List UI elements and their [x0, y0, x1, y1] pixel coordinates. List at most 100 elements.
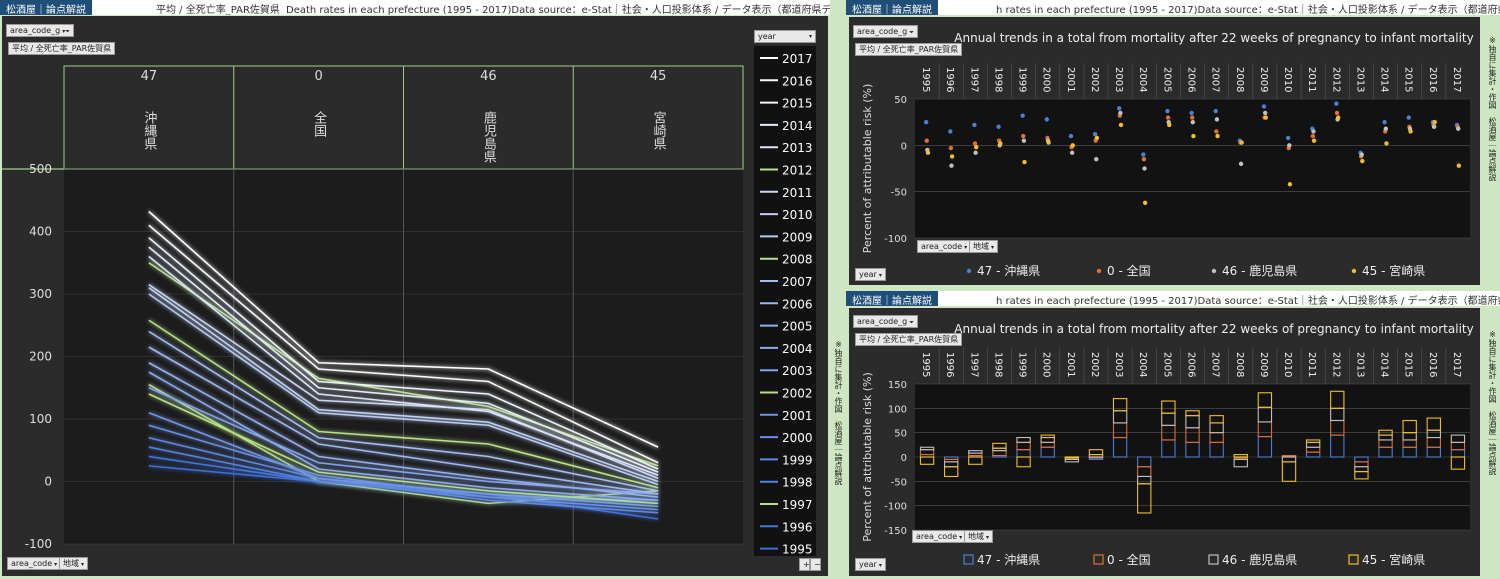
- bar-segment-0-2003: [1112, 436, 1128, 458]
- series-line-1997: [148, 383, 659, 505]
- rb-measure-chip[interactable]: 平均 / 全死亡率_PAR佐賀県: [855, 333, 963, 346]
- left-header-avg: 平均 / 全死亡率_PAR佐賀県: [156, 5, 280, 15]
- x-tick-label: 1998: [992, 352, 1003, 377]
- bar-segment-3-2002: [1088, 449, 1104, 456]
- legend-label-2011: 2011: [782, 186, 813, 200]
- x-tick-label: 2003: [1113, 67, 1124, 92]
- scatter-point-1-2003: [1117, 113, 1123, 118]
- zoom-plus-button[interactable]: +: [799, 558, 810, 571]
- legend-label-2: 46 - 鹿児島県: [1222, 552, 1297, 567]
- category-code-label: 45: [650, 69, 667, 84]
- rt-measure-chip[interactable]: 平均 / 全死亡率_PAR佐賀県: [855, 43, 963, 56]
- scatter-point-2-2015: [1407, 126, 1413, 131]
- bar-segment-2-2001: [1064, 458, 1080, 463]
- bar-segment-2-1998: [992, 447, 1007, 452]
- bar-segment-1-2005: [1161, 424, 1176, 441]
- bar-segment-3-2012: [1330, 390, 1345, 409]
- scatter-point-0-2016: [1430, 119, 1436, 125]
- legend-label-2014: 2014: [782, 119, 813, 133]
- series-line-1995: [148, 465, 659, 520]
- bar-segment-0-1999: [1016, 449, 1031, 458]
- series-line-1996: [148, 455, 659, 505]
- area-code-filter[interactable]: area_code_g ▾⏷: [6, 24, 75, 37]
- scatter-point-0-1999: [1020, 113, 1025, 118]
- series-line-2017: [148, 210, 659, 448]
- scatter-point-3-2002: [1094, 135, 1100, 141]
- legend-label-2012: 2012: [782, 164, 813, 178]
- rb-app-tag: 松酒屋｜論点解説: [846, 291, 938, 306]
- series-line-2012: [148, 262, 659, 467]
- y-tick-label: 0: [901, 453, 907, 464]
- region-chip[interactable]: 地域 ▾: [59, 557, 89, 570]
- y-tick-label: 0: [901, 141, 907, 152]
- x-tick-label: 2014: [1379, 67, 1390, 92]
- rt-region-chip[interactable]: 地域 ▾: [969, 240, 999, 253]
- scatter-point-3-2008: [1239, 140, 1244, 145]
- scatter-point-2-2013: [1359, 152, 1364, 157]
- scatter-point-3-2006: [1191, 133, 1196, 139]
- bar-segment-1-2011: [1305, 446, 1321, 453]
- rb-year-chip[interactable]: year ▾: [855, 558, 886, 571]
- x-tick-label: 2001: [1065, 352, 1076, 377]
- bar-segment-3-1999: [1016, 456, 1031, 468]
- zoom-minus-button[interactable]: −: [810, 558, 821, 571]
- scatter-point-2-2012: [1335, 117, 1340, 122]
- rt-year-chip[interactable]: year ▾: [855, 268, 886, 281]
- bar-segment-0-2014: [1378, 446, 1393, 458]
- x-tick-label: 1995: [920, 352, 931, 377]
- scatter-point-1-2005: [1165, 115, 1171, 120]
- scatter-point-0-2002: [1092, 132, 1098, 137]
- rb-chart-panel: area_code_g ⏷ 平均 / 全死亡率_PAR佐賀県 area_code ▾…: [849, 308, 1480, 576]
- x-tick-label: 1996: [944, 352, 955, 377]
- category-name-label: 全国: [311, 110, 327, 137]
- rb-area-code-chip[interactable]: area_code ▾: [912, 530, 967, 543]
- bar-segment-2-2012: [1330, 407, 1345, 422]
- scatter-point-0-2006: [1189, 110, 1194, 116]
- bar-segment-2-2008: [1233, 458, 1248, 468]
- scatter-point-3-2012: [1335, 115, 1341, 120]
- legend-label-2: 46 - 鹿児島県: [1222, 263, 1297, 278]
- scatter-point-2-2011: [1311, 129, 1316, 134]
- x-tick-label: 2011: [1306, 67, 1317, 92]
- rt-area-code-filter[interactable]: area_code_g ⏷: [853, 25, 919, 38]
- bar-segment-2-2014: [1378, 434, 1393, 441]
- bar-segment-1-1999: [1016, 441, 1031, 451]
- scatter-point-3-2000: [1046, 140, 1051, 145]
- y-axis-label: Percent of attributable risk (%): [861, 372, 874, 541]
- rt-area-code-chip[interactable]: area_code ▾: [917, 240, 972, 253]
- bar-segment-2-2006: [1185, 415, 1200, 429]
- category-code-label: 47: [141, 69, 158, 84]
- series-line-2004: [148, 371, 659, 502]
- rb-area-code-filter[interactable]: area_code_g ⏷: [853, 315, 919, 328]
- scatter-point-0-2015: [1406, 115, 1411, 120]
- scatter-point-0-2004: [1141, 152, 1146, 157]
- scatter-point-3-2005: [1167, 122, 1172, 128]
- scatter-point-2-2002: [1094, 157, 1099, 162]
- year-legend-dropdown[interactable]: year ▾: [754, 30, 816, 43]
- bar-segment-3-2015: [1402, 419, 1417, 434]
- x-tick-label: 2014: [1379, 352, 1390, 377]
- area-code-chip[interactable]: area_code ▾: [7, 557, 62, 570]
- rb-region-chip[interactable]: 地域 ▾: [964, 530, 994, 543]
- bar-segment-2-2003: [1112, 410, 1128, 424]
- series-line-2007: [148, 330, 659, 492]
- legend-label-3: 45 - 宮崎県: [1362, 552, 1425, 567]
- x-tick-label: 2007: [1210, 352, 1221, 377]
- rb-header-title: h rates in each prefecture (1995 - 2017)…: [996, 296, 1500, 306]
- rt-header: 松酒屋｜論点解説 h rates in each prefecture (199…: [846, 0, 1500, 15]
- bar-segment-1-2004: [1137, 466, 1152, 478]
- bar-segment-2-2000: [1040, 436, 1055, 443]
- chart-title: Annual trends in a total from mortality …: [954, 31, 1473, 45]
- bar-segment-3-1998: [992, 442, 1007, 449]
- x-tick-label: 2010: [1282, 67, 1293, 92]
- y-tick-label: 300: [29, 287, 52, 301]
- legend-label-2003: 2003: [782, 364, 813, 378]
- bar-segment-0-2011: [1305, 451, 1321, 458]
- bar-segment-2-2007: [1209, 422, 1224, 434]
- bar-segment-1-2003: [1112, 422, 1128, 439]
- bar-segment-1-1996: [944, 458, 959, 463]
- bar-segment-2-2015: [1402, 432, 1417, 441]
- measure-chip[interactable]: 平均 / 全死亡率_PAR佐賀県: [8, 42, 116, 55]
- scatter-point-2-2004: [1142, 166, 1147, 171]
- scatter-point-0-2009: [1261, 104, 1267, 109]
